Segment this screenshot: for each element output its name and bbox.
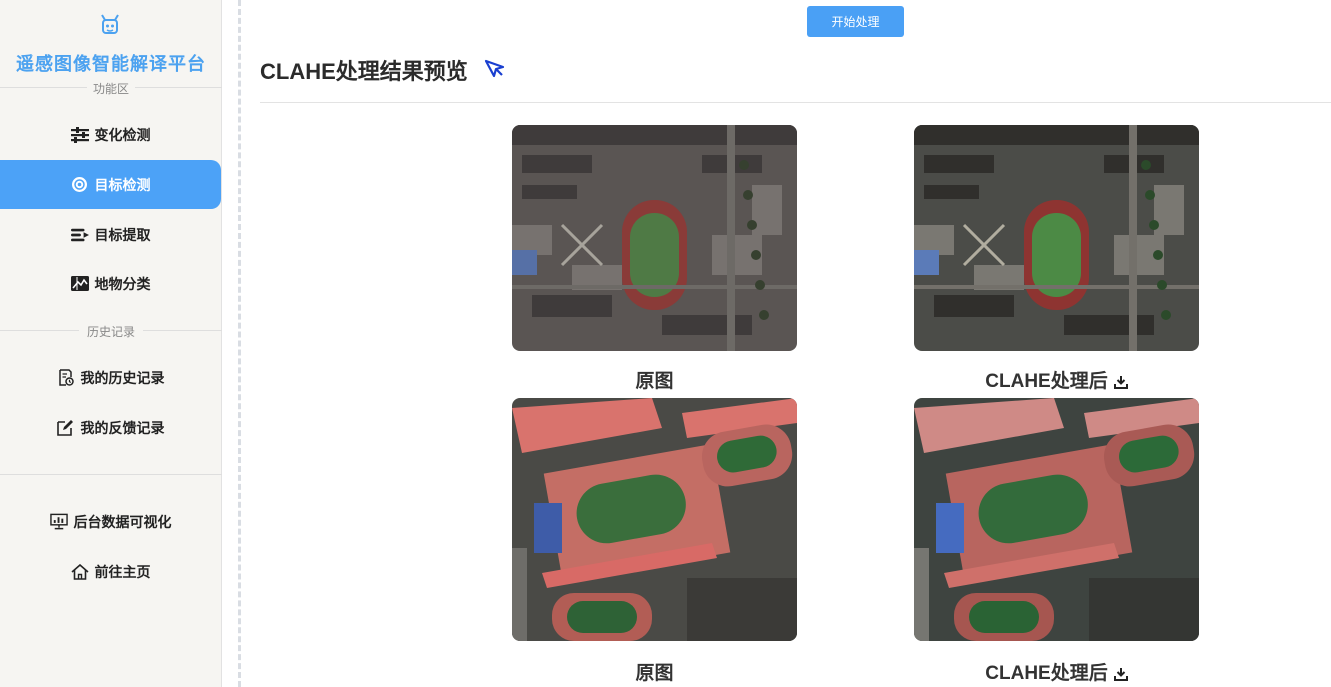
title-divider: [260, 102, 1331, 103]
section-label-function: 功能区: [0, 80, 222, 97]
nav-label: 我的反馈记录: [80, 420, 165, 437]
original-caption-1: 原图: [635, 371, 674, 392]
sliders-icon: [70, 126, 89, 144]
original-image-2: [512, 398, 797, 641]
edit-icon: [57, 419, 75, 437]
download-icon[interactable]: [1113, 667, 1128, 681]
nav-my-history[interactable]: 我的历史记录: [0, 353, 221, 402]
nav-change-detection[interactable]: 变化检测: [0, 110, 221, 159]
start-processing-button[interactable]: 开始处理: [807, 6, 904, 37]
download-icon[interactable]: [1113, 375, 1128, 389]
clahe-image-1: [914, 125, 1199, 351]
nav-label: 地物分类: [94, 276, 151, 293]
pointer-arrow-icon: [484, 59, 505, 78]
nav-object-detection[interactable]: 目标检测: [0, 160, 221, 209]
nav-label: 变化检测: [94, 127, 151, 144]
divider: [0, 474, 222, 475]
monitor-chart-icon: [49, 513, 68, 531]
panel-separator: [238, 0, 241, 687]
original-caption-2: 原图: [635, 663, 674, 684]
section-label-history: 历史记录: [0, 323, 222, 340]
nav-object-extraction[interactable]: 目标提取: [0, 210, 221, 259]
clahe-caption-1: CLAHE处理后: [914, 366, 1199, 393]
sidebar: 遥感图像智能解译平台 功能区 变化检测 目标检测 目标提取 地物分类 历史记录 …: [0, 0, 222, 687]
nav-label: 我的历史记录: [80, 370, 165, 387]
extract-icon: [70, 226, 89, 244]
clahe-caption-2: CLAHE处理后: [914, 658, 1199, 685]
page-title: CLAHE处理结果预览: [260, 59, 468, 84]
nav-label: 后台数据可视化: [73, 514, 172, 531]
nav-backend-visualization[interactable]: 后台数据可视化: [0, 497, 221, 546]
history-doc-icon: [57, 369, 75, 387]
nav-land-classification[interactable]: 地物分类: [0, 259, 221, 308]
nav-label: 目标检测: [94, 177, 151, 194]
home-icon: [70, 563, 89, 581]
platform-name: 遥感图像智能解译平台: [16, 54, 206, 75]
map-icon: [70, 275, 89, 293]
caption-text: CLAHE处理后: [985, 663, 1108, 684]
nav-label: 目标提取: [94, 227, 151, 244]
original-image-1: [512, 125, 797, 351]
caption-text: CLAHE处理后: [985, 371, 1108, 392]
nav-label: 前往主页: [94, 564, 151, 581]
target-icon: [71, 176, 89, 194]
robot-logo-icon: [101, 14, 119, 34]
nav-my-feedback[interactable]: 我的反馈记录: [0, 403, 221, 452]
clahe-image-2: [914, 398, 1199, 641]
nav-go-home[interactable]: 前往主页: [0, 547, 221, 596]
